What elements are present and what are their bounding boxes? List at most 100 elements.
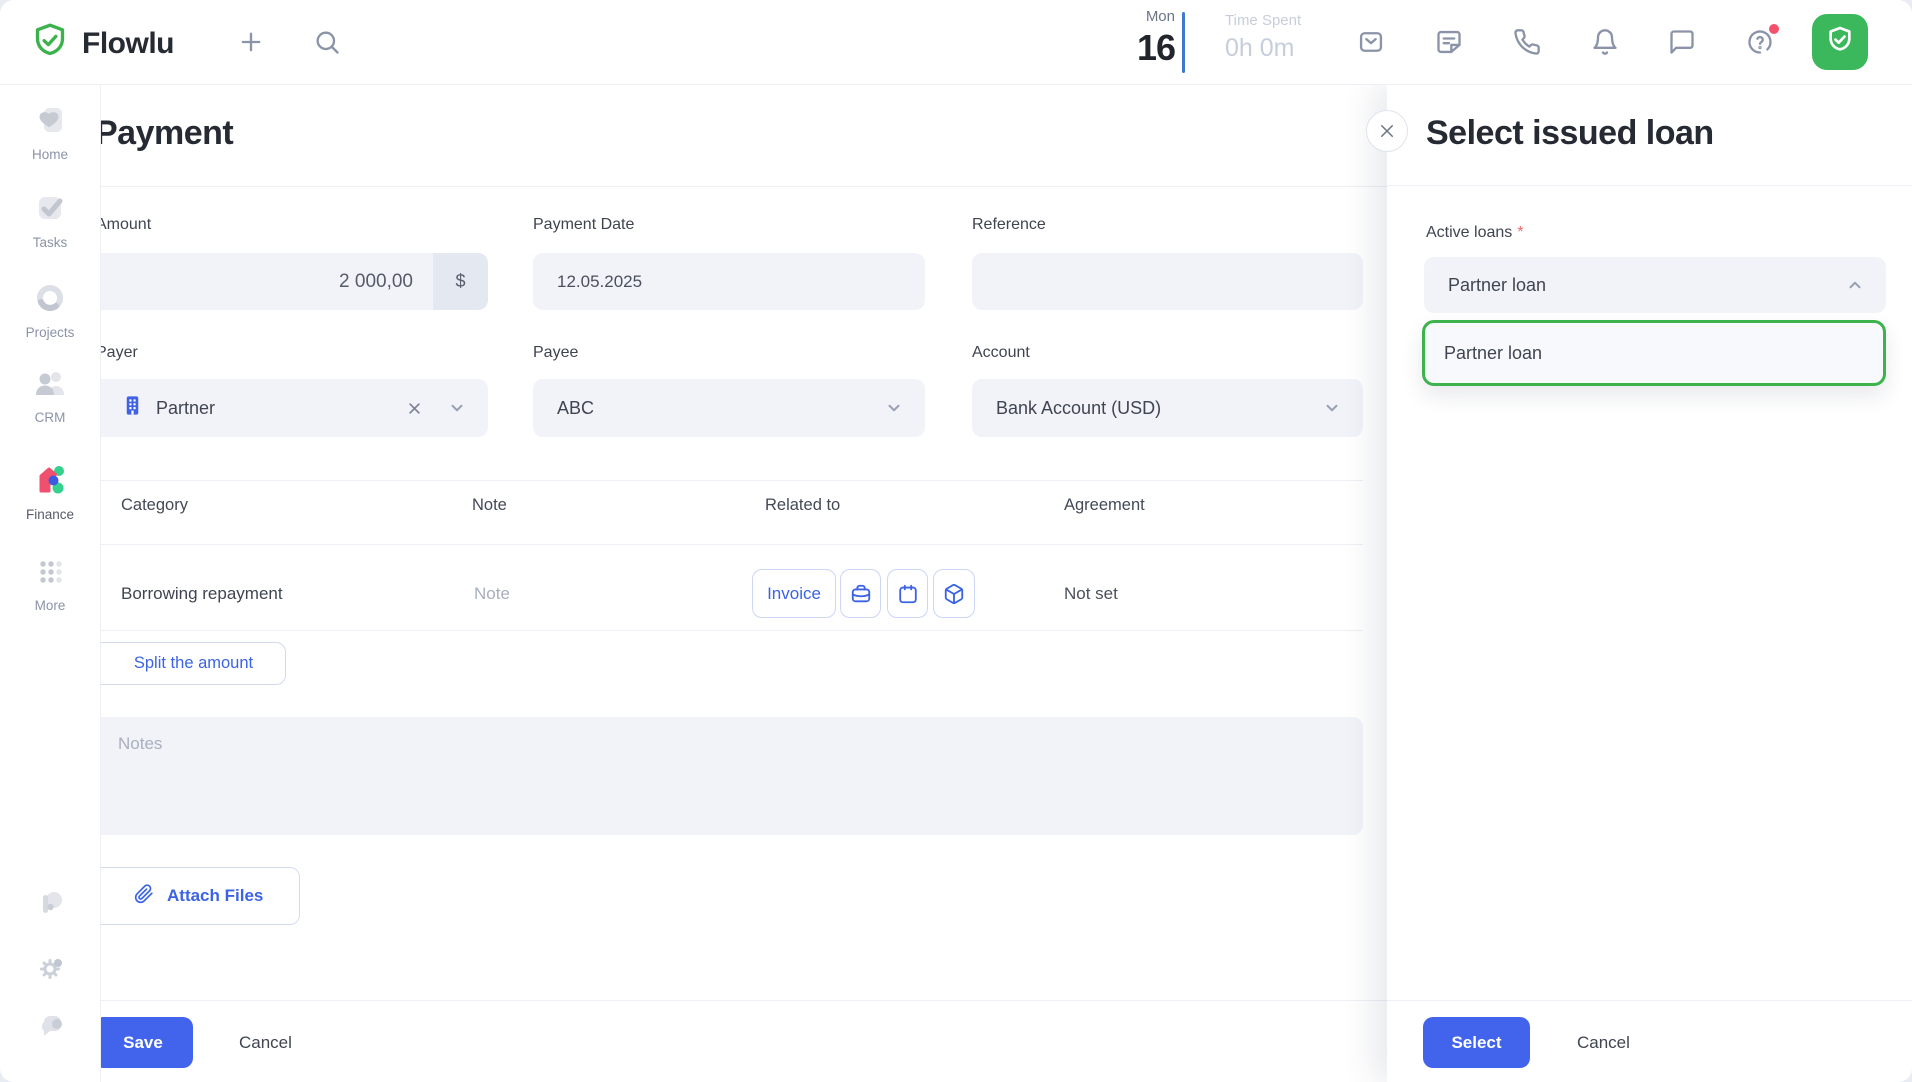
payment-date-label: Payment Date: [533, 216, 635, 233]
invoice-button[interactable]: Invoice: [752, 569, 836, 618]
app-window: Flowlu Mon 16 Time Spent 0h 0m Home Task…: [0, 0, 1912, 1082]
row-agreement-value[interactable]: Not set: [1064, 584, 1118, 604]
sidebar-item-tasks[interactable]: Tasks: [0, 189, 100, 250]
weekday-label: Mon: [1145, 8, 1175, 25]
tasks-icon: [31, 189, 69, 227]
column-header-note: Note: [472, 496, 507, 514]
time-spent-label: Time Spent: [1225, 12, 1302, 29]
page-title: Payment: [101, 114, 234, 152]
help-notification-dot: [1769, 24, 1779, 34]
sidebar-label-home: Home: [31, 147, 68, 162]
briefcase-icon[interactable]: [840, 569, 881, 618]
reference-input-box[interactable]: [972, 253, 1363, 310]
account-value: Bank Account (USD): [996, 397, 1162, 418]
dialog-header-divider: [1387, 185, 1912, 186]
profile-avatar[interactable]: [1812, 14, 1868, 70]
column-header-related-to: Related to: [765, 496, 841, 514]
cancel-button[interactable]: Cancel: [233, 1017, 298, 1068]
create-plus-icon[interactable]: [237, 28, 265, 56]
amount-input[interactable]: 2 000,00 $: [101, 253, 488, 310]
dialog-title: Select issued loan: [1426, 114, 1714, 152]
select-issued-loan-dialog: Select issued loan Active loans * Partner…: [1366, 85, 1912, 1082]
payment-date-input[interactable]: 12.05.2025: [533, 253, 925, 310]
payee-label: Payee: [533, 344, 579, 361]
attach-files-button[interactable]: Attach Files: [101, 867, 300, 925]
chevron-down-icon[interactable]: [448, 399, 466, 417]
sidebar-item-more[interactable]: More: [0, 552, 100, 613]
more-grid-icon: [31, 552, 69, 590]
table-header-divider: [101, 544, 1363, 545]
chevron-down-icon[interactable]: [885, 399, 903, 417]
select-button[interactable]: Select: [1423, 1017, 1530, 1068]
column-header-category: Category: [121, 496, 188, 514]
notes-field[interactable]: [101, 717, 1363, 835]
home-icon: [31, 101, 69, 139]
row-category-value[interactable]: Borrowing repayment: [121, 584, 283, 604]
active-loans-select[interactable]: Partner loan: [1424, 257, 1886, 313]
sidebar-item-projects[interactable]: Projects: [0, 279, 100, 340]
mail-icon[interactable]: [1357, 28, 1385, 56]
brand-name: Flowlu: [82, 26, 174, 60]
calendar-date-widget[interactable]: Mon 16: [1136, 8, 1176, 68]
header-divider: [101, 186, 1387, 187]
building-icon: [121, 394, 144, 422]
amount-label: Amount: [101, 216, 152, 233]
box-icon[interactable]: [933, 569, 975, 618]
account-select[interactable]: Bank Account (USD): [972, 379, 1363, 437]
brand-logo[interactable]: Flowlu: [30, 21, 174, 66]
table-row-divider: [101, 630, 1363, 631]
search-icon[interactable]: [313, 28, 341, 56]
split-amount-button[interactable]: Split the amount: [101, 642, 286, 685]
chat-icon[interactable]: [1668, 28, 1696, 56]
sidebar-label-more: More: [34, 598, 66, 613]
top-bar: Flowlu Mon 16 Time Spent 0h 0m: [0, 0, 1912, 85]
table-top-divider: [101, 480, 1363, 481]
notes-textarea[interactable]: [101, 717, 1363, 835]
loan-option-partner-loan[interactable]: Partner loan: [1422, 320, 1886, 386]
row-note-input[interactable]: [472, 577, 682, 611]
payment-date-value: 12.05.2025: [557, 271, 643, 291]
date-divider-bar: [1182, 12, 1185, 73]
sidebar-nav: Home Tasks Projects CRM Finance More: [0, 85, 101, 1082]
active-loans-label: Active loans *: [1426, 224, 1524, 241]
save-button[interactable]: Save: [101, 1017, 193, 1068]
column-header-agreement: Agreement: [1064, 496, 1145, 514]
payment-dialog: Payment Amount Payment Date Reference 2 …: [101, 85, 1387, 1082]
payer-select[interactable]: Partner: [101, 379, 488, 437]
phone-icon[interactable]: [1513, 28, 1541, 56]
active-loans-selected-value: Partner loan: [1448, 274, 1547, 295]
finance-icon: [31, 461, 69, 499]
chevron-down-icon[interactable]: [1323, 399, 1341, 417]
settings-gear-icon[interactable]: [35, 951, 67, 983]
reference-label: Reference: [972, 216, 1046, 233]
dialog-cancel-button[interactable]: Cancel: [1571, 1017, 1636, 1068]
time-spent-widget[interactable]: Time Spent 0h 0m: [1225, 13, 1301, 61]
currency-suffix[interactable]: $: [433, 253, 488, 310]
feedback-bubble-icon[interactable]: [35, 1012, 67, 1044]
notes-icon[interactable]: [1435, 28, 1463, 56]
chevron-up-icon[interactable]: [1846, 276, 1864, 294]
integrations-icon[interactable]: [35, 887, 67, 919]
sidebar-item-finance[interactable]: Finance: [0, 461, 100, 522]
paperclip-icon: [134, 883, 154, 909]
day-number: 16: [1136, 27, 1176, 68]
payee-select[interactable]: ABC: [533, 379, 925, 437]
reference-input[interactable]: [972, 253, 1363, 310]
sidebar-item-home[interactable]: Home: [0, 101, 100, 162]
calendar-icon[interactable]: [887, 569, 928, 618]
sidebar-item-crm[interactable]: CRM: [0, 364, 100, 425]
amount-value: 2 000,00: [339, 270, 413, 292]
required-asterisk: *: [1517, 224, 1524, 241]
clear-payer-icon[interactable]: [407, 401, 422, 416]
row-note-field[interactable]: [472, 577, 682, 611]
account-label: Account: [972, 344, 1030, 361]
projects-icon: [31, 279, 69, 317]
attach-files-label: Attach Files: [167, 886, 264, 905]
payee-value: ABC: [557, 397, 595, 418]
dialog-footer-divider: [1387, 1000, 1912, 1001]
close-icon[interactable]: [1366, 110, 1408, 152]
payer-value: Partner: [156, 397, 216, 418]
sidebar-label-projects: Projects: [25, 325, 75, 340]
profile-shield-icon: [1824, 24, 1856, 61]
bell-icon[interactable]: [1591, 28, 1619, 56]
